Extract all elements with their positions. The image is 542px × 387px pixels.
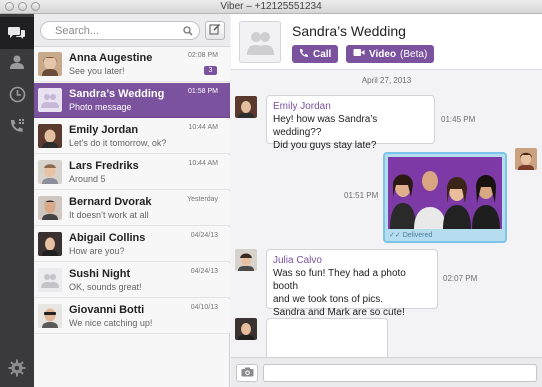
- nav-chats-button[interactable]: [0, 17, 34, 49]
- message-input[interactable]: [264, 365, 536, 381]
- message-line: Hey! how was Sandra’s wedding??: [273, 114, 378, 138]
- settings-button[interactable]: [0, 352, 34, 387]
- search-row: [34, 14, 230, 47]
- avatar: [38, 52, 62, 76]
- nav-rail: [0, 14, 34, 387]
- conversation-preview: Photo message: [69, 102, 132, 112]
- message-time: 01:51 PM: [344, 191, 379, 200]
- conversation-time: 04/24/13: [190, 232, 218, 239]
- nav-recents-button[interactable]: [0, 78, 34, 110]
- conversation-time: 02:08 PM: [188, 52, 218, 59]
- message-sender: Emily Jordan: [273, 101, 331, 112]
- conversation-time: 04/10/13: [190, 304, 218, 311]
- avatar: [38, 232, 62, 256]
- delivery-status-text: Delivered: [402, 232, 433, 239]
- nav-contacts-button[interactable]: [0, 46, 34, 78]
- camera-icon: [241, 367, 254, 380]
- call-label: Call: [313, 48, 332, 60]
- conversation-preview: It doesn’t work at all: [69, 210, 149, 220]
- sender-avatar: [235, 96, 257, 118]
- video-call-button[interactable]: Video (Beta): [346, 45, 435, 63]
- conversation-time: 04/24/13: [190, 268, 218, 275]
- message-time: 02:07 PM: [443, 274, 478, 283]
- chat-bubbles-icon: [8, 25, 26, 41]
- sender-avatar: [235, 318, 257, 340]
- delivery-status: ✓✓ Delivered: [389, 232, 433, 239]
- avatar: [38, 160, 62, 184]
- search-input[interactable]: [55, 24, 175, 38]
- compose-icon: [209, 23, 221, 38]
- unread-badge: 3: [204, 66, 217, 75]
- video-label: Video: [369, 48, 397, 60]
- compose-bar: [231, 357, 542, 387]
- keypad-icon: [9, 118, 26, 135]
- contacts-icon: [9, 54, 25, 70]
- message-field[interactable]: [263, 364, 537, 382]
- conversation-preview: How are you?: [69, 246, 125, 256]
- conversation-list-pane: Anna Augestine See you later! 02:08 PM 3…: [34, 14, 230, 387]
- title-bar: Viber – +12125551234: [0, 0, 542, 14]
- conversation-item[interactable]: Lars Fredriks Around 5 10:44 AM: [34, 155, 230, 190]
- photo-booth-image[interactable]: [388, 157, 502, 229]
- conversation-time: Yesterday: [187, 196, 218, 203]
- my-avatar: [515, 148, 537, 170]
- message-time: 01:45 PM: [441, 115, 476, 124]
- search-icon: [183, 26, 193, 39]
- conversation-item[interactable]: Sushi Night OK, sounds great! 04/24/13: [34, 263, 230, 298]
- conversation-time: 01:58 PM: [188, 88, 218, 95]
- conversation-item[interactable]: Bernard Dvorak It doesn’t work at all Ye…: [34, 191, 230, 226]
- conversation-name: Abigail Collins: [69, 232, 146, 244]
- conversation-item[interactable]: Emily Jordan Let’s do it tomorrow, ok? 1…: [34, 119, 230, 154]
- attach-photo-button[interactable]: [236, 364, 258, 382]
- conversation-name: Sushi Night: [69, 268, 131, 280]
- conversation-time: 10:44 AM: [188, 124, 218, 131]
- group-avatar-large: [239, 21, 281, 63]
- video-beta-label: (Beta): [400, 48, 428, 60]
- avatar: [38, 124, 62, 148]
- conversation-item[interactable]: Anna Augestine See you later! 02:08 PM 3: [34, 47, 230, 82]
- conversation-name: Sandra’s Wedding: [69, 88, 165, 100]
- chat-header: Sandra’s Wedding Call Video (Beta): [231, 14, 542, 70]
- nav-keypad-button[interactable]: [0, 110, 34, 142]
- chat-pane: Sandra’s Wedding Call Video (Beta) April…: [231, 14, 542, 387]
- group-avatar: [38, 88, 62, 112]
- avatar: [38, 304, 62, 328]
- conversation-item[interactable]: Abigail Collins How are you? 04/24/13: [34, 227, 230, 262]
- conversation-preview: OK, sounds great!: [69, 282, 142, 292]
- photo-message-bubble[interactable]: ✓✓ Delivered: [383, 152, 507, 243]
- conversation-name: Anna Augestine: [69, 52, 153, 64]
- avatar: [38, 196, 62, 220]
- conversation-time: 10:44 AM: [188, 160, 218, 167]
- phone-icon: [299, 48, 309, 61]
- message-line: and we took tons of pics.: [273, 294, 384, 305]
- conversation-name: Emily Jordan: [69, 124, 139, 136]
- group-avatar: [38, 268, 62, 292]
- conversation-preview: Let’s do it tomorrow, ok?: [69, 138, 167, 148]
- conversation-item[interactable]: Giovanni Botti We nice catching up! 04/1…: [34, 299, 230, 334]
- conversation-name: Bernard Dvorak: [69, 196, 152, 208]
- conversation-preview: We nice catching up!: [69, 318, 153, 328]
- message-bubble[interactable]: Julia Calvo Was so fun! They had a photo…: [266, 249, 438, 318]
- conversation-name: Lars Fredriks: [69, 160, 139, 172]
- message-sender: Julia Calvo: [273, 255, 322, 266]
- sender-avatar: [235, 249, 257, 271]
- date-separator: April 27, 2013: [361, 76, 412, 85]
- message-bubble[interactable]: Emily Jordan Hey! how was Sandra’s weddi…: [266, 95, 435, 151]
- conversation-item-selected[interactable]: Sandra’s Wedding Photo message 01:58 PM: [34, 83, 230, 118]
- search-field[interactable]: [40, 21, 200, 40]
- window-title: Viber – +12125551234: [220, 1, 322, 12]
- message-line: Was so fun! They had a photo booth: [273, 268, 406, 292]
- viber-window: Viber – +12125551234 Search... Anna Auge…: [0, 0, 542, 387]
- new-message-button[interactable]: [205, 21, 225, 40]
- conversation-name: Giovanni Botti: [69, 304, 145, 316]
- message-line: Did you guys stay late?: [273, 140, 377, 151]
- video-camera-icon: [353, 48, 365, 60]
- conversation-preview: Around 5: [69, 174, 106, 184]
- recents-clock-icon: [9, 86, 26, 103]
- conversation-preview: See you later!: [69, 66, 125, 76]
- call-button[interactable]: Call: [292, 45, 339, 63]
- chat-title: Sandra’s Wedding: [292, 23, 406, 39]
- settings-gear-icon: [8, 359, 26, 380]
- message-bubble[interactable]: [266, 318, 388, 362]
